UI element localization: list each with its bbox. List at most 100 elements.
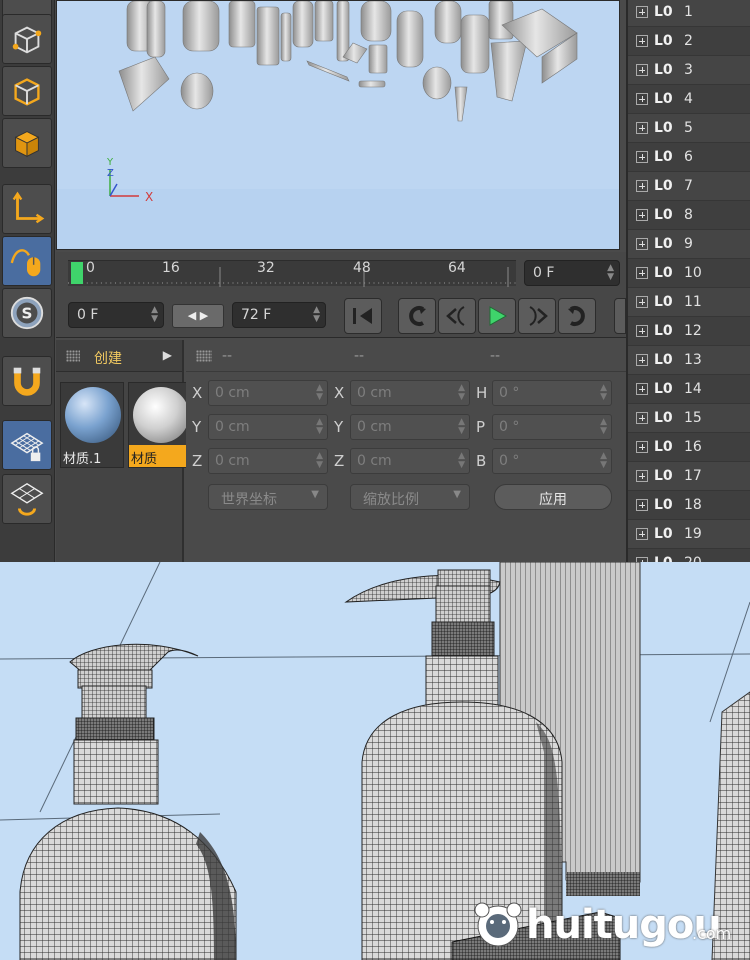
apply-button[interactable]: 应用 [494, 484, 612, 510]
expand-icon[interactable] [636, 6, 648, 18]
stepper-icon[interactable]: ▲ ▼ [607, 264, 614, 282]
object-row[interactable]: L0 16 [628, 433, 750, 462]
expand-icon[interactable] [636, 470, 648, 482]
material-menu-bar[interactable]: 创建 ▶ [56, 340, 182, 372]
next-frame-button[interactable] [518, 298, 556, 334]
polygons-mode-button[interactable] [2, 118, 52, 168]
material-swatch[interactable]: 材质.1 [60, 382, 124, 468]
expand-icon[interactable] [636, 64, 648, 76]
workplane-button[interactable] [2, 474, 52, 524]
start-frame-field[interactable]: 0 F ▲ ▼ [68, 302, 164, 328]
position-z-field[interactable]: 0 cm ▲ ▼ [208, 448, 328, 474]
expand-icon[interactable] [636, 35, 648, 47]
expand-icon[interactable] [636, 151, 648, 163]
null-object-icon: L0 [654, 236, 673, 252]
position-x-field[interactable]: 0 cm ▲ ▼ [208, 380, 328, 406]
object-row[interactable]: L0 19 [628, 520, 750, 549]
null-object-icon: L0 [654, 410, 673, 426]
object-row[interactable]: L0 20 [628, 549, 750, 562]
chevron-right-icon[interactable]: ▶ [163, 348, 172, 362]
size-z-field[interactable]: 0 cm ▲ ▼ [350, 448, 470, 474]
axis-label: Y [192, 418, 202, 436]
chevron-down-icon: ▼ [453, 489, 461, 500]
material-swatch-selected[interactable]: 材质 [128, 382, 192, 468]
expand-icon[interactable] [636, 296, 648, 308]
object-row[interactable]: L0 17 [628, 462, 750, 491]
grip-icon[interactable] [66, 350, 80, 362]
workplane-lock-button[interactable] [2, 420, 52, 470]
points-mode-button[interactable] [2, 14, 52, 64]
tick-label: 0 [86, 260, 95, 276]
expand-icon[interactable] [636, 354, 648, 366]
object-row[interactable]: L0 14 [628, 375, 750, 404]
expand-icon[interactable] [636, 528, 648, 540]
object-name: 19 [684, 526, 702, 542]
axis-label: X [192, 384, 203, 402]
overflow-button[interactable] [614, 298, 626, 334]
current-frame-field[interactable]: 0 F ▲ ▼ [524, 260, 620, 286]
header-size: -- [354, 348, 365, 364]
playhead-marker[interactable] [71, 262, 83, 284]
object-row[interactable]: L0 2 [628, 27, 750, 56]
rotation-b-field[interactable]: 0 ° ▲ ▼ [492, 448, 612, 474]
null-object-icon: L0 [654, 526, 673, 542]
coordinate-manager: -- -- -- X 0 cm ▲ ▼ Y 0 cm ▲ ▼ Z 0 cm ▲ ▼ X 0 … [186, 340, 626, 562]
snap-button[interactable]: S [2, 288, 52, 338]
expand-icon[interactable] [636, 267, 648, 279]
coordinate-system-dropdown[interactable]: 世界坐标 ▼ [208, 484, 328, 510]
expand-icon[interactable] [636, 180, 648, 192]
expand-icon[interactable] [636, 122, 648, 134]
object-row[interactable]: L0 18 [628, 491, 750, 520]
3d-viewport[interactable]: Y Z X [56, 0, 620, 250]
next-key-button[interactable] [558, 298, 596, 334]
expand-icon[interactable] [636, 441, 648, 453]
magnet-button[interactable] [2, 356, 52, 406]
expand-icon[interactable] [636, 93, 648, 105]
object-row[interactable]: L0 3 [628, 56, 750, 85]
rotation-h-field[interactable]: 0 ° ▲ ▼ [492, 380, 612, 406]
object-row[interactable]: L0 8 [628, 201, 750, 230]
expand-icon[interactable] [636, 209, 648, 221]
go-to-start-button[interactable] [344, 298, 382, 334]
expand-icon[interactable] [636, 325, 648, 337]
object-row[interactable]: L0 11 [628, 288, 750, 317]
previous-frame-button[interactable] [438, 298, 476, 334]
object-row[interactable]: L0 13 [628, 346, 750, 375]
object-row[interactable]: L0 12 [628, 317, 750, 346]
rotation-p-field[interactable]: 0 ° ▲ ▼ [492, 414, 612, 440]
object-row[interactable]: L0 10 [628, 259, 750, 288]
expand-icon[interactable] [636, 412, 648, 424]
create-menu[interactable]: 创建 [94, 351, 122, 367]
edges-mode-button[interactable] [2, 66, 52, 116]
object-row[interactable]: L0 7 [628, 172, 750, 201]
expand-icon[interactable] [636, 383, 648, 395]
play-button[interactable] [478, 298, 516, 334]
tweak-mode-button[interactable] [2, 236, 52, 286]
size-y-field[interactable]: 0 cm ▲ ▼ [350, 414, 470, 440]
object-row[interactable]: L0 4 [628, 85, 750, 114]
stepper-icon[interactable]: ▲ ▼ [313, 306, 320, 324]
stepper-icon[interactable]: ▲ ▼ [151, 306, 158, 324]
position-y-field[interactable]: 0 cm ▲ ▼ [208, 414, 328, 440]
axis-mode-button[interactable] [2, 184, 52, 234]
size-x-field[interactable]: 0 cm ▲ ▼ [350, 380, 470, 406]
expand-icon[interactable] [636, 499, 648, 511]
object-row[interactable]: L0 5 [628, 114, 750, 143]
expand-icon[interactable] [636, 238, 648, 250]
object-row[interactable]: L0 9 [628, 230, 750, 259]
scale-mode-dropdown[interactable]: 缩放比例 ▼ [350, 484, 470, 510]
previous-key-button[interactable] [398, 298, 436, 334]
material-preview [133, 387, 189, 443]
grip-icon[interactable] [196, 350, 212, 362]
object-row[interactable]: L0 6 [628, 143, 750, 172]
end-frame-field[interactable]: 72 F ▲ ▼ [232, 302, 326, 328]
object-row[interactable]: L0 1 [628, 0, 750, 27]
previous-frame-icon [446, 306, 465, 326]
null-object-icon: L0 [654, 381, 673, 397]
frame-range-slider[interactable]: ◀ ▶ [172, 304, 224, 328]
object-manager: L0 1 L0 2 L0 3 L0 4 L0 5 L0 6 L0 7 L0 8 L0 9 L0 10 L0 11 L0 12 L… [626, 0, 750, 562]
object-row[interactable]: L0 15 [628, 404, 750, 433]
viewport-scene: Y Z X [106, 1, 578, 204]
skip-to-start-icon [353, 308, 372, 324]
timeline-ruler[interactable]: 0 16 32 48 64 0 F ▲ ▼ [56, 252, 626, 294]
